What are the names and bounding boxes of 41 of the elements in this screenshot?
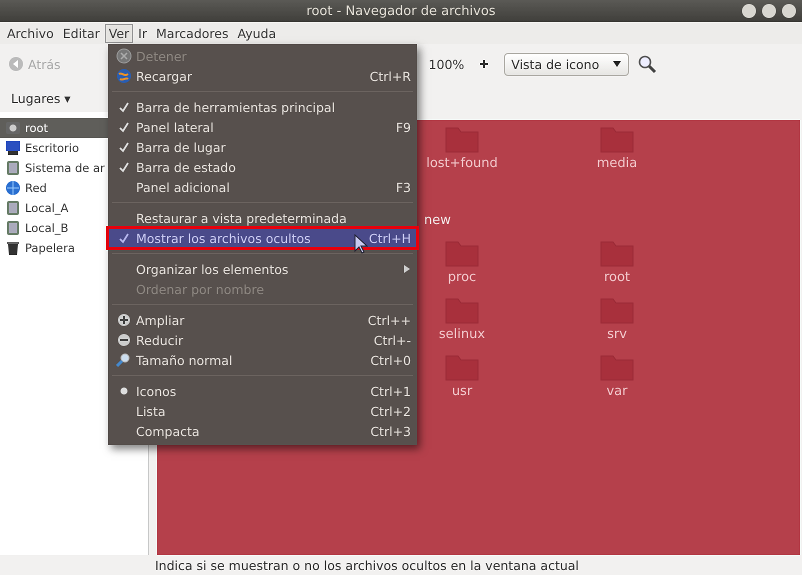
folder-item[interactable]: root (567, 240, 667, 297)
menu-item[interactable]: Restaurar a vista predeterminada (108, 208, 417, 228)
menu-item[interactable]: Recargar Ctrl+R (108, 66, 417, 86)
status-text: Indica si se muestran o no los archivos ocultos en la ventana actual (155, 558, 579, 572)
folder-item[interactable]: srv (567, 297, 667, 354)
zoom-in-icon[interactable] (478, 58, 490, 70)
folder-item[interactable]: var (567, 354, 667, 411)
desktop-icon (5, 140, 21, 156)
drive-icon (5, 160, 21, 176)
caret-icon (612, 60, 622, 68)
menu-item[interactable]: Ir (134, 24, 151, 42)
close-button[interactable] (782, 4, 796, 18)
maximize-button[interactable] (762, 4, 776, 18)
submenu-arrow-icon (403, 264, 411, 274)
menu-item[interactable]: Compacta Ctrl+3 (108, 421, 417, 441)
folder-item[interactable]: new (424, 183, 524, 240)
magnifier-icon (116, 352, 132, 368)
stop-icon (116, 48, 132, 64)
zoom-in-icon (116, 312, 132, 328)
menu-item[interactable]: Editar (58, 24, 104, 42)
search-icon[interactable] (637, 54, 658, 74)
menu-item[interactable]: Barra de herramientas principal (108, 97, 417, 117)
trash-icon (5, 240, 21, 256)
places-dropdown[interactable]: Lugares ▾ (8, 88, 74, 108)
minimize-button[interactable] (742, 4, 756, 18)
zoom-out-icon (116, 332, 132, 348)
window-title: root - Navegador de archivos (306, 4, 496, 18)
drive-icon (5, 220, 21, 236)
globe-icon (116, 68, 132, 84)
menu-item[interactable]: Mostrar los archivos ocultos Ctrl+H (108, 228, 417, 248)
menu-item[interactable]: Archivo (3, 24, 58, 42)
menu-item[interactable]: Ayuda (234, 24, 280, 42)
zoom-level: 100% (428, 56, 464, 72)
folder-item[interactable]: media (567, 126, 667, 183)
menu-item[interactable]: Ver (104, 24, 134, 42)
network-icon (5, 180, 21, 196)
home-drive-icon (5, 120, 21, 136)
mouse-cursor-icon (354, 234, 368, 254)
view-dropdown[interactable]: Vista de icono (504, 52, 630, 76)
drive-icon (5, 200, 21, 216)
menu-item[interactable]: Marcadores (152, 24, 232, 42)
